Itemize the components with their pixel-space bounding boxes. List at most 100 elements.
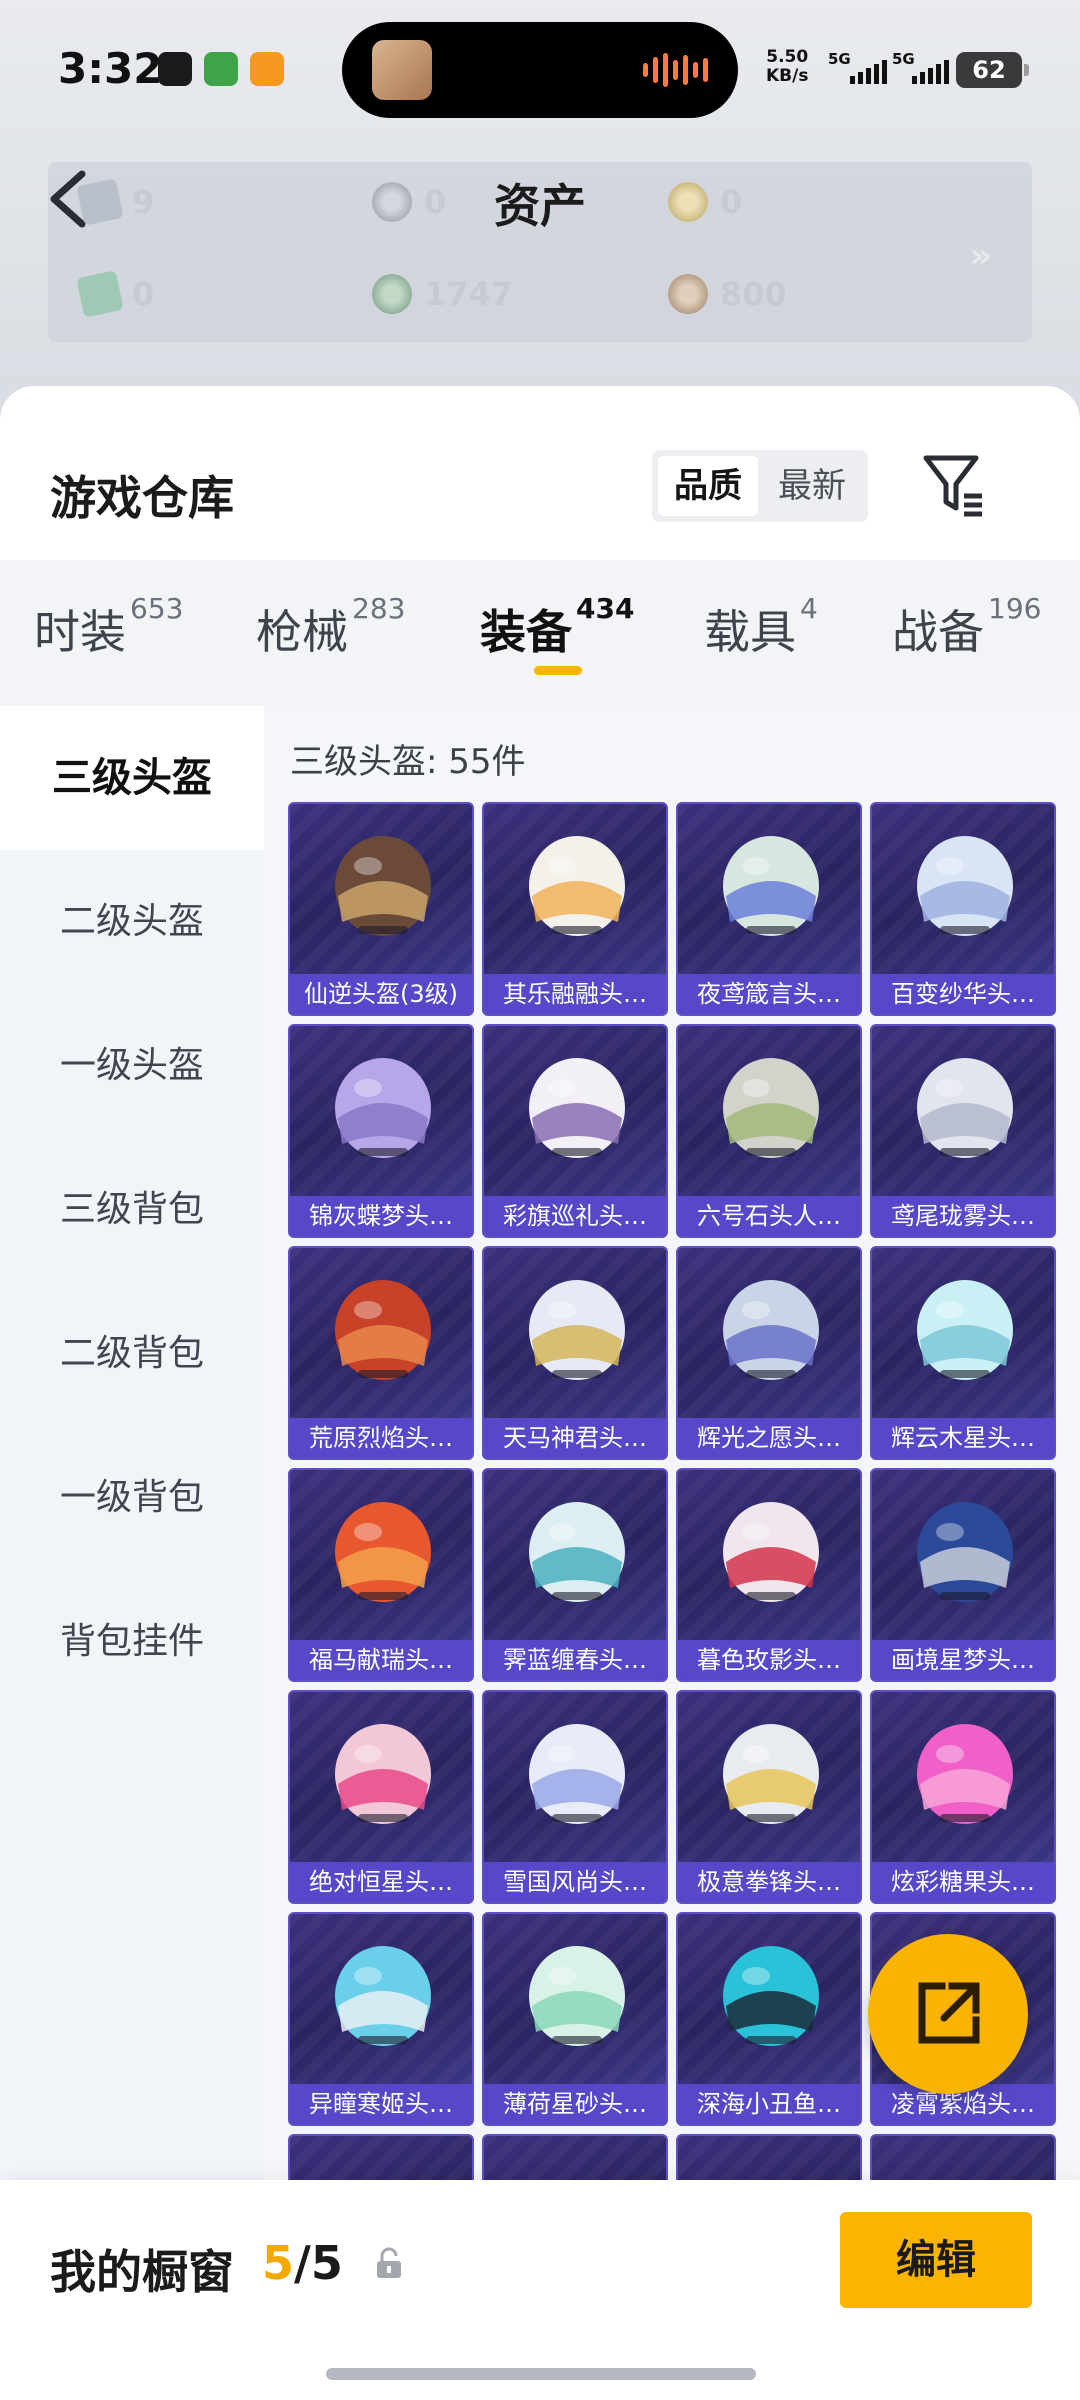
asset-silver: 0 [372,182,446,222]
assets-more-icon[interactable]: » [970,236,992,276]
helmet-icon [335,836,431,936]
item-name: 雪国风尚头… [484,1862,666,1902]
item-card[interactable]: 暮色玫影头… [676,1468,862,1682]
item-name: 其乐融融头… [484,974,666,1014]
dynamic-island[interactable] [342,22,738,118]
battery-icon: 62 [956,52,1029,88]
tab-fashion[interactable]: 时装 653 [34,592,183,662]
item-card[interactable]: 天马神君头… [482,1246,668,1460]
helmet-icon [723,1724,819,1824]
gold-coin-icon [668,182,708,222]
share-out-icon [918,1982,980,2044]
sidebar-item-level2-backpack[interactable]: 二级背包 [0,1282,264,1426]
green-card-icon [76,270,124,318]
item-card[interactable] [870,2134,1056,2182]
helmet-icon [529,1724,625,1824]
warehouse-title: 游戏仓库 [50,471,234,525]
item-card[interactable]: 炫彩糖果头… [870,1690,1056,1904]
item-name: 福马献瑞头… [290,1640,472,1680]
lock-icon [377,2247,401,2278]
share-button[interactable] [868,1934,1028,2094]
tab-label: 时装 [34,605,126,659]
home-indicator[interactable] [326,2368,756,2380]
asset-green-card: 0 [76,270,154,318]
tab-label: 战备 [892,605,984,659]
asset-value: 9 [132,183,155,221]
item-card[interactable]: 仙逆头盔(3级) [288,802,474,1016]
item-card[interactable]: 极意拳锋头… [676,1690,862,1904]
network-speed: 5.50 KB/s [766,48,808,86]
tab-count: 196 [988,592,1042,625]
item-name: 彩旗巡礼头… [484,1196,666,1236]
item-card[interactable]: 彩旗巡礼头… [482,1024,668,1238]
asset-jade: 1747 [372,274,513,314]
tab-firearms[interactable]: 枪械 283 [256,592,405,662]
item-card[interactable] [676,2134,862,2182]
item-name: 荒原烈焰头… [290,1418,472,1458]
asset-bronze: 800 [668,274,787,314]
item-name: 画境星梦头… [872,1640,1054,1680]
item-card[interactable]: 薄荷星砂头… [482,1912,668,2126]
helmet-icon [335,1946,431,2046]
network-speed-unit: KB/s [766,66,809,86]
showcase-separator: / [294,2236,311,2290]
silver-coin-icon [372,182,412,222]
item-card[interactable]: 其乐融融头… [482,802,668,1016]
helmet-icon [335,1280,431,1380]
helmet-icon [917,1280,1013,1380]
tab-label: 装备 [480,605,572,659]
item-card[interactable]: 雪国风尚头… [482,1690,668,1904]
item-name: 深海小丑鱼… [678,2084,860,2124]
sort-quality-button[interactable]: 品质 [658,456,758,516]
item-count-label: 三级头盔: 55件 [290,742,526,782]
sidebar-item-level1-backpack[interactable]: 一级背包 [0,1426,264,1570]
item-card[interactable]: 六号石头人… [676,1024,862,1238]
item-card[interactable]: 画境星梦头… [870,1468,1056,1682]
item-name: 鸢尾珑雾头… [872,1196,1054,1236]
helmet-icon [529,836,625,936]
novel-app-icon [204,52,238,86]
sort-toggle: 品质 最新 [652,450,868,522]
item-card[interactable]: 夜鸢箴言头… [676,802,862,1016]
tab-combat-gear[interactable]: 战备 196 [892,592,1041,662]
sidebar-item-level3-helmet[interactable]: 三级头盔 [0,706,264,850]
item-card[interactable]: 福马献瑞头… [288,1468,474,1682]
item-card[interactable]: 绝对恒星头… [288,1690,474,1904]
helmet-icon [529,1946,625,2046]
item-card[interactable]: 深海小丑鱼… [676,1912,862,2126]
tab-equipment[interactable]: 装备 434 [480,592,634,662]
item-card[interactable]: 辉云木星头… [870,1246,1056,1460]
helmet-icon [917,836,1013,936]
helmet-icon [335,1502,431,1602]
item-card[interactable]: 霁蓝缠春头… [482,1468,668,1682]
sidebar-item-level3-backpack[interactable]: 三级背包 [0,1138,264,1282]
network-speed-value: 5.50 [766,47,809,67]
item-card[interactable]: 锦灰蝶梦头… [288,1024,474,1238]
sort-newest-button[interactable]: 最新 [762,456,862,516]
helmet-icon [917,1724,1013,1824]
item-name: 天马神君头… [484,1418,666,1458]
sidebar-item-level1-helmet[interactable]: 一级头盔 [0,994,264,1138]
item-card[interactable]: 辉光之愿头… [676,1246,862,1460]
tab-vehicles[interactable]: 载具 4 [704,592,818,662]
signal-icon [850,60,887,84]
card-icon [76,178,124,226]
item-card[interactable] [288,2134,474,2182]
active-tab-indicator [534,666,582,675]
sidebar-item-level2-helmet[interactable]: 二级头盔 [0,850,264,994]
helmet-icon [723,836,819,936]
item-card[interactable]: 鸢尾珑雾头… [870,1024,1056,1238]
item-card[interactable]: 异瞳寒姬头… [288,1912,474,2126]
item-card[interactable] [482,2134,668,2182]
asset-value: 0 [720,183,743,221]
sidebar-item-backpack-charm[interactable]: 背包挂件 [0,1570,264,1714]
filter-icon[interactable] [920,450,988,518]
edit-button[interactable]: 编辑 [840,2212,1032,2308]
tab-count: 653 [130,592,184,625]
showcase-count: 5/5 [262,2236,343,2290]
item-card[interactable]: 荒原烈焰头… [288,1246,474,1460]
item-card[interactable]: 百变纱华头… [870,802,1056,1016]
subcategory-sidebar: 三级头盔 二级头盔 一级头盔 三级背包 二级背包 一级背包 背包挂件 [0,706,264,2182]
item-name: 六号石头人… [678,1196,860,1236]
helmet-icon [529,1058,625,1158]
